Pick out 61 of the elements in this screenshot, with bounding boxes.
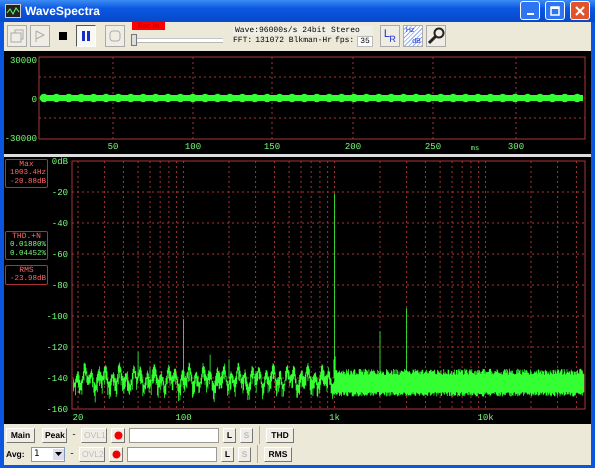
- axis-label: -60: [52, 250, 68, 260]
- fps-field: 35: [357, 36, 373, 47]
- l-button[interactable]: L: [223, 428, 236, 442]
- axis-label: 150: [264, 142, 280, 152]
- axis-label: 0: [32, 95, 37, 105]
- separator-text: -: [71, 430, 77, 440]
- axis-label: -100: [48, 312, 68, 322]
- text-field[interactable]: [129, 428, 219, 442]
- axis-label: -160: [48, 405, 68, 415]
- axis-label: 30000: [10, 56, 37, 66]
- axis-label: 1k: [329, 413, 340, 423]
- axis-label: -20: [52, 188, 68, 198]
- axis-label: 100: [184, 142, 202, 152]
- text-field[interactable]: [127, 446, 217, 462]
- axis-label: 250: [424, 142, 442, 152]
- axis-label: -40: [52, 219, 68, 229]
- meter-button[interactable]: THD: [266, 428, 294, 442]
- axis-label: -140: [48, 374, 68, 384]
- average-label: Avg:: [6, 449, 26, 459]
- axis-label: 50: [108, 142, 118, 152]
- axis-label: -30000: [4, 134, 37, 144]
- average-select[interactable]: 1: [31, 446, 65, 462]
- maximize-icon: [550, 6, 560, 16]
- stop-icon: [57, 30, 69, 42]
- peak-button[interactable]: Peak: [42, 428, 67, 442]
- fft-label: FFT:: [233, 36, 252, 47]
- axis-label: 300: [508, 142, 524, 152]
- slider-thumb[interactable]: [131, 34, 137, 46]
- close-button[interactable]: [570, 1, 590, 20]
- readout-title: Max: [19, 160, 34, 169]
- axis-label: 100: [175, 413, 192, 423]
- dropdown-arrow-icon: [55, 452, 62, 456]
- windows-icon: [9, 28, 25, 44]
- axis-label: -120: [48, 343, 68, 353]
- record-icon: [114, 430, 122, 440]
- app-icon: [5, 4, 21, 18]
- meter-button[interactable]: RMS: [264, 446, 292, 462]
- readout-title: THD.+N: [12, 232, 41, 241]
- axis-label: 0dB: [52, 157, 68, 167]
- record-icon: [112, 450, 120, 458]
- window-title: WaveSpectra: [25, 4, 101, 18]
- fft-setting: 131072 Blkman-Hr: [255, 36, 332, 47]
- maximize-button[interactable]: [545, 1, 565, 20]
- axis-label: -80: [52, 281, 68, 291]
- axis-label: 20: [72, 413, 84, 423]
- close-icon: [575, 6, 585, 16]
- minimize-button[interactable]: [520, 1, 540, 20]
- play-icon: [33, 29, 47, 44]
- minimize-icon: [526, 12, 534, 15]
- rounded-square-icon: [108, 29, 122, 44]
- fps-label: fps:: [335, 36, 354, 47]
- pause-button[interactable]: [76, 25, 96, 48]
- axis-label: 10k: [477, 413, 494, 423]
- readout-title: RMS: [19, 266, 34, 275]
- pause-icon: [80, 30, 92, 42]
- main-button[interactable]: Main: [6, 428, 35, 442]
- separator-text: -: [69, 449, 75, 459]
- settings-button[interactable]: [426, 25, 446, 48]
- l-button[interactable]: L: [221, 446, 234, 462]
- wave-format-field: Wave:96000s/s 24bit Stereo: [233, 26, 373, 35]
- axis-label: 200: [344, 142, 362, 152]
